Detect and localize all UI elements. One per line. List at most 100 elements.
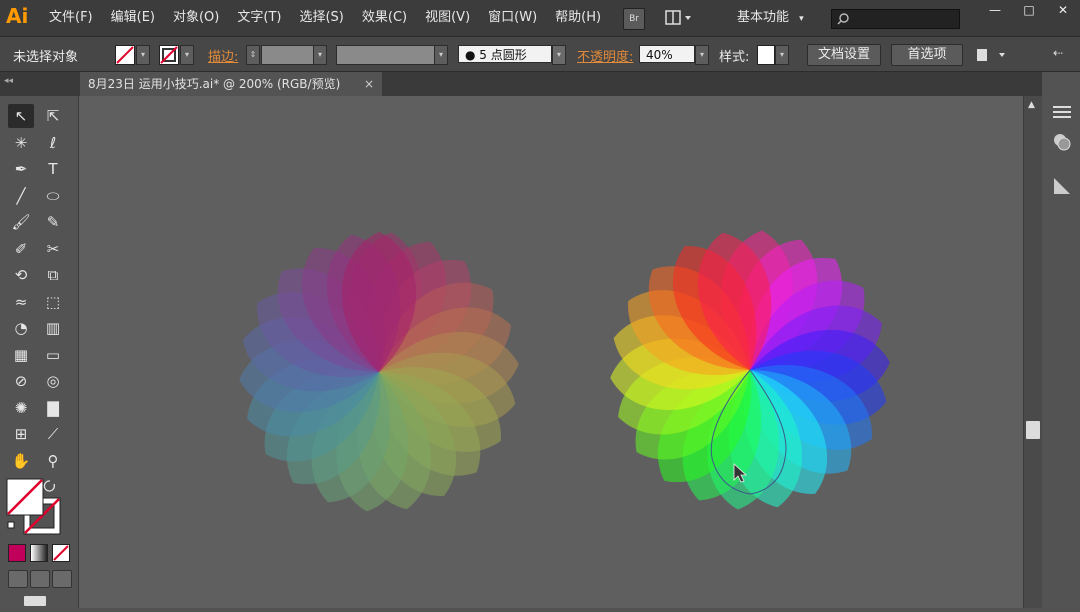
brush-definition[interactable]: ● 5 点圆形 — [458, 45, 552, 63]
type-tool-button[interactable]: T — [40, 157, 66, 181]
column-graph-tool-button[interactable]: ▇ — [40, 396, 66, 420]
tab-document[interactable]: 8月23日 运用小技巧.ai* @ 200% (RGB/预览) × — [80, 72, 382, 96]
screen-mode-button[interactable] — [24, 596, 46, 606]
menu-effect[interactable]: 效果(C) — [353, 0, 416, 36]
brush-dropdown[interactable]: ▾ — [552, 45, 566, 65]
menu-window[interactable]: 窗口(W) — [479, 0, 546, 36]
none-mode-button[interactable] — [52, 544, 70, 562]
graph-tool-button[interactable]: ▥ — [40, 316, 66, 340]
draw-normal-button[interactable] — [8, 570, 28, 588]
color-mode-button[interactable] — [8, 544, 26, 562]
blob-brush-icon: ✐ — [14, 239, 28, 258]
menu-bar: Ai 文件(F) 编辑(E) 对象(O) 文字(T) 选择(S) 效果(C) 视… — [0, 0, 1080, 37]
panel-menu-icon[interactable]: ⇠ — [1046, 46, 1070, 64]
color-panel-icon[interactable] — [1050, 100, 1074, 124]
color-guide-icon[interactable] — [1050, 130, 1074, 154]
close-tab-icon[interactable]: × — [364, 72, 374, 96]
free-transform-tool-button[interactable]: ⬚ — [40, 290, 66, 314]
variable-width-dropdown[interactable]: ▾ — [434, 45, 448, 65]
selection-tool-button[interactable]: ↖ — [8, 104, 34, 128]
blend-tool-button[interactable]: ◎ — [40, 369, 66, 393]
gradient-mode-button[interactable] — [30, 544, 48, 562]
mesh-tool-button[interactable]: ▦ — [8, 343, 34, 367]
pen-tool-button[interactable]: ✒ — [8, 157, 34, 181]
menu-view[interactable]: 视图(V) — [416, 0, 479, 36]
docked-panels — [1042, 72, 1080, 608]
stroke-weight-label[interactable]: 描边: — [208, 46, 238, 65]
draw-inside-button[interactable] — [52, 570, 72, 588]
menu-object[interactable]: 对象(O) — [164, 0, 228, 36]
variable-width-profile[interactable] — [336, 45, 436, 65]
direct-selection-icon: ⇱ — [46, 107, 60, 125]
fill-dropdown[interactable]: ▾ — [136, 45, 150, 65]
blend-icon: ◎ — [46, 372, 60, 390]
preferences-button[interactable]: 首选项 — [891, 44, 963, 66]
blob-brush-tool-button[interactable]: ✐ — [8, 237, 34, 261]
paintbrush-tool-button[interactable]: 🖌 — [8, 210, 34, 234]
symbol-sprayer-tool-button[interactable]: ✺ — [8, 396, 34, 420]
stroke-weight-stepper[interactable]: ⇕ — [246, 45, 260, 65]
menu-type[interactable]: 文字(T) — [228, 0, 290, 36]
menu-file[interactable]: 文件(F) — [40, 0, 102, 36]
slice-tool-button[interactable]: ⟋ — [40, 422, 66, 446]
search-input[interactable] — [831, 9, 960, 29]
collapse-toolbar-icon[interactable]: ◂◂ — [4, 76, 13, 86]
panel-lines-icon — [1053, 106, 1071, 118]
vertical-scrollbar[interactable]: ▲ — [1023, 96, 1042, 608]
scissors-tool-button[interactable]: ✂ — [40, 237, 66, 261]
draw-behind-button[interactable] — [30, 570, 50, 588]
gradient-panel-icon[interactable] — [1050, 174, 1074, 198]
hand-tool-button[interactable]: ✋ — [8, 449, 34, 473]
align-options-button[interactable] — [975, 46, 1007, 64]
shape-builder-tool-button[interactable]: ◔ — [8, 316, 34, 340]
close-window-button[interactable]: ✕ — [1046, 0, 1080, 20]
bridge-button[interactable]: Br — [623, 8, 645, 30]
lasso-icon: ℓ — [49, 133, 57, 152]
workspace-switcher[interactable]: 基本功能 ▾ — [737, 8, 804, 29]
opacity-input[interactable]: 40% — [639, 45, 695, 63]
menu-select[interactable]: 选择(S) — [290, 0, 352, 36]
gradient-tool-button[interactable]: ▭ — [40, 343, 66, 367]
chevron-down-icon: ▾ — [799, 14, 804, 24]
column-graph-icon: ▇ — [47, 398, 59, 417]
artboard-tool-button[interactable]: ⊞ — [8, 422, 34, 446]
muted-color-flower[interactable] — [235, 228, 524, 517]
fill-swatch[interactable] — [115, 45, 135, 65]
opacity-dropdown[interactable]: ▾ — [695, 45, 709, 65]
menu-edit[interactable]: 编辑(E) — [102, 0, 164, 36]
zoom-tool-button[interactable]: ⚲ — [40, 449, 66, 473]
pencil-tool-button[interactable]: ✎ — [40, 210, 66, 234]
search-icon — [837, 13, 849, 25]
none-stroke-icon — [160, 46, 178, 64]
graphic-style-swatch[interactable] — [757, 45, 775, 65]
direct-selection-tool-button[interactable]: ⇱ — [40, 104, 66, 128]
magic-wand-tool-button[interactable]: ✳ — [8, 131, 34, 155]
opacity-label[interactable]: 不透明度: — [577, 46, 633, 65]
scissors-icon: ✂ — [46, 239, 60, 258]
menu-help[interactable]: 帮助(H) — [546, 0, 610, 36]
maximize-button[interactable]: □ — [1012, 0, 1046, 20]
line-segment-tool-button[interactable]: ╱ — [8, 184, 34, 208]
scale-tool-button[interactable]: ⧉ — [40, 263, 66, 287]
stroke-weight-dropdown[interactable]: ▾ — [313, 45, 327, 65]
ellipse-tool-button[interactable]: ⬭ — [40, 184, 66, 208]
pencil-icon: ✎ — [46, 213, 60, 231]
scroll-thumb[interactable] — [1026, 421, 1040, 439]
selection-status: 未选择对象 — [13, 50, 79, 65]
lasso-tool-button[interactable]: ℓ — [40, 131, 66, 155]
warp-tool-button[interactable]: ≈ — [8, 290, 34, 314]
scroll-up-icon[interactable]: ▲ — [1028, 100, 1035, 110]
artboard-canvas[interactable] — [79, 96, 1023, 608]
graphic-style-dropdown[interactable]: ▾ — [775, 45, 789, 65]
stroke-dropdown[interactable]: ▾ — [180, 45, 194, 65]
rotate-tool-button[interactable]: ⟲ — [8, 263, 34, 287]
eyedropper-icon: ⊘ — [14, 372, 28, 390]
stroke-weight-input[interactable] — [261, 45, 315, 65]
stroke-swatch[interactable] — [159, 45, 179, 65]
fill-stroke-swatches[interactable] — [6, 478, 64, 538]
align-icon — [977, 49, 1005, 61]
eyedropper-tool-button[interactable]: ⊘ — [8, 369, 34, 393]
document-setup-button[interactable]: 文档设置 — [807, 44, 881, 66]
arrange-documents-button[interactable] — [664, 8, 694, 28]
minimize-button[interactable]: — — [978, 0, 1012, 20]
